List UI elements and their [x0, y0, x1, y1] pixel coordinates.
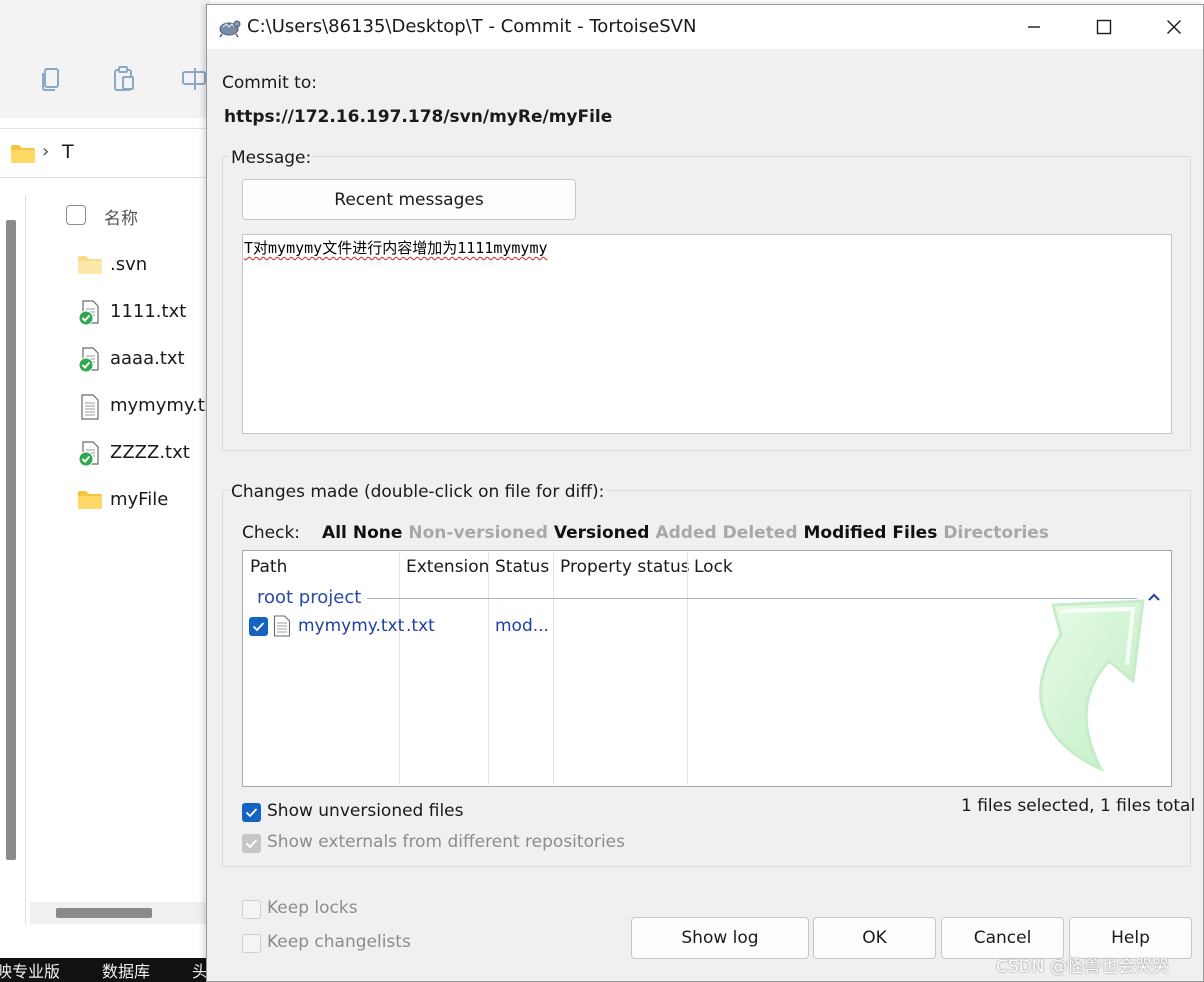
recent-messages-button[interactable]: Recent messages	[242, 179, 576, 220]
file-item[interactable]: ZZZZ.txt	[78, 438, 218, 468]
checkbox-box[interactable]	[242, 900, 261, 919]
ok-button[interactable]: OK	[813, 917, 936, 959]
file-item[interactable]: myFile	[78, 485, 218, 515]
column-header-lock[interactable]: Lock	[694, 557, 733, 577]
breadcrumb-folder[interactable]: T	[62, 141, 74, 163]
row-status: mod...	[495, 616, 549, 636]
column-header-property-status[interactable]: Property status	[560, 557, 690, 577]
message-text: T对mymymy文件进行内容增加为1111mymymy	[244, 239, 548, 257]
group-divider	[257, 598, 1137, 599]
check-non-versioned-link[interactable]: Non-versioned	[408, 523, 548, 543]
check-modified-link[interactable]: Modified	[804, 523, 887, 543]
row-path: mymymy.txt	[298, 616, 405, 636]
show-unversioned-label: Show unversioned files	[267, 801, 464, 821]
keep-changelists-label: Keep changelists	[267, 932, 411, 952]
column-header-status[interactable]: Status	[495, 557, 549, 577]
close-icon	[1167, 20, 1181, 34]
horizontal-scrollbar[interactable]	[30, 902, 210, 924]
check-directories-link[interactable]: Directories	[943, 523, 1049, 543]
breadcrumb-separator-icon: ›	[42, 141, 50, 162]
commit-url: https://172.16.197.178/svn/myRe/myFile	[224, 107, 613, 127]
select-all-checkbox[interactable]	[66, 205, 86, 225]
checkmark-icon	[245, 839, 258, 849]
check-versioned-link[interactable]: Versioned	[554, 523, 650, 543]
taskbar: 映专业版 数据库 头	[0, 958, 210, 982]
text-file-icon	[78, 394, 102, 420]
file-item[interactable]: .svn	[78, 250, 218, 280]
check-deleted-link[interactable]: Deleted	[723, 523, 798, 543]
column-header-extension[interactable]: Extension	[406, 557, 489, 577]
scrollbar-thumb[interactable]	[56, 908, 152, 918]
window-title: C:\Users\86135\Desktop\T - Commit - Tort…	[247, 16, 697, 37]
tortoisesvn-icon	[217, 15, 241, 39]
commit-to-label: Commit to:	[222, 73, 317, 93]
commit-dialog: C:\Users\86135\Desktop\T - Commit - Tort…	[206, 4, 1204, 982]
selection-summary: 1 files selected, 1 files total	[961, 796, 1196, 816]
maximize-button[interactable]	[1069, 5, 1139, 49]
checkbox-box[interactable]	[242, 803, 261, 822]
message-group-label: Message:	[229, 148, 314, 168]
close-button[interactable]	[1139, 5, 1204, 49]
file-item[interactable]: 1111.txt	[78, 297, 218, 327]
group-header-root-project[interactable]: root project	[257, 587, 1169, 611]
show-externals-label: Show externals from different repositori…	[267, 832, 625, 852]
changes-group-label: Changes made (double-click on file for d…	[229, 482, 607, 502]
copy-icon[interactable]	[40, 66, 62, 92]
row-checkbox[interactable]	[249, 617, 268, 636]
paste-icon[interactable]	[112, 66, 134, 92]
file-item[interactable]: mymymy.txt	[78, 391, 222, 421]
row-extension: .txt	[406, 616, 435, 636]
maximize-icon	[1096, 19, 1112, 35]
collapse-chevron-icon[interactable]	[1145, 589, 1163, 607]
text-file-icon	[273, 615, 291, 637]
explorer-toolbar	[0, 0, 210, 118]
pane-divider	[25, 195, 26, 925]
svn-normal-file-icon	[78, 300, 102, 326]
checkmark-icon	[252, 622, 265, 632]
checkbox-box	[242, 834, 261, 853]
list-header: Path Extension Status Property status Lo…	[243, 551, 1171, 785]
message-textarea[interactable]: T对mymymy文件进行内容增加为1111mymymy	[242, 234, 1172, 434]
taskbar-item[interactable]: 数据库	[102, 958, 150, 982]
check-added-link[interactable]: Added	[655, 523, 716, 543]
keep-locks-label: Keep locks	[267, 898, 358, 918]
file-name: aaaa.txt	[110, 348, 185, 369]
svn-normal-file-icon	[78, 441, 102, 467]
taskbar-item[interactable]: 映专业版	[0, 958, 60, 982]
minimize-button[interactable]	[999, 5, 1069, 49]
folder-icon	[78, 488, 102, 514]
rename-icon[interactable]	[182, 66, 206, 92]
table-row[interactable]: mymymy.txt .txt mod...	[243, 613, 1171, 641]
checkbox-box[interactable]	[242, 934, 261, 953]
check-none-link[interactable]: None	[353, 523, 403, 543]
group-name: root project	[257, 587, 368, 608]
file-explorer-window: › T 名称 .svn 1111.txt aaaa.txt mymymy.txt…	[0, 0, 222, 982]
check-filter-bar: Check: All None Non-versioned Versioned Added…	[242, 523, 1055, 545]
csdn-watermark: CSDN @怪兽也会哭哭	[996, 957, 1169, 977]
show-log-button[interactable]: Show log	[631, 917, 809, 959]
minimize-icon	[1028, 26, 1040, 28]
check-all-link[interactable]: All	[322, 523, 347, 543]
file-item[interactable]: aaaa.txt	[78, 344, 218, 374]
address-bar[interactable]: › T	[0, 128, 210, 178]
file-name: 1111.txt	[110, 301, 187, 322]
file-name: .svn	[110, 254, 148, 275]
title-bar[interactable]: C:\Users\86135\Desktop\T - Commit - Tort…	[207, 5, 1203, 49]
column-header-path[interactable]: Path	[250, 557, 287, 577]
svn-normal-file-icon	[78, 347, 102, 373]
folder-icon	[78, 253, 102, 279]
changes-list[interactable]: Path Extension Status Property status Lo…	[242, 550, 1172, 787]
check-label: Check:	[242, 523, 301, 543]
file-name: myFile	[110, 489, 169, 510]
folder-icon	[11, 145, 35, 167]
check-files-link[interactable]: Files	[892, 523, 937, 543]
checkmark-icon	[245, 808, 258, 818]
file-name: ZZZZ.txt	[110, 442, 190, 463]
name-column-label: 名称	[104, 209, 138, 229]
vertical-scrollbar[interactable]	[6, 220, 16, 860]
